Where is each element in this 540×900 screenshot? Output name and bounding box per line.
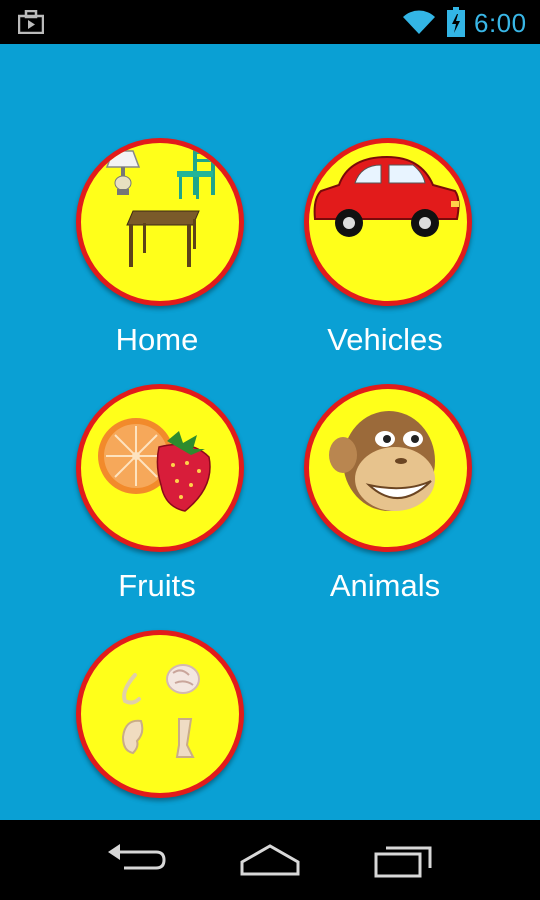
category-label-vehicles: Vehicles	[327, 322, 443, 357]
monkey-icon[interactable]	[304, 384, 472, 552]
furniture-icon[interactable]	[76, 138, 244, 306]
wifi-icon	[402, 9, 436, 35]
back-icon[interactable]	[104, 842, 168, 878]
status-clock: 6:00	[474, 8, 527, 38]
home-icon[interactable]	[238, 842, 302, 878]
category-grid[interactable]: Home Vehicles Fruits Animals	[0, 44, 540, 820]
fruits-icon[interactable]	[76, 384, 244, 552]
status-bar: 6:00	[0, 0, 540, 44]
category-label-fruits: Fruits	[118, 568, 196, 603]
battery-icon	[447, 7, 465, 37]
body-parts-icon[interactable]	[76, 630, 244, 798]
category-label-animals: Animals	[329, 568, 441, 603]
navigation-bar	[0, 820, 540, 900]
car-icon[interactable]	[304, 138, 472, 306]
notification-briefcase-icon	[17, 9, 45, 35]
category-label-home: Home	[115, 322, 199, 357]
recent-apps-icon[interactable]	[372, 842, 436, 878]
